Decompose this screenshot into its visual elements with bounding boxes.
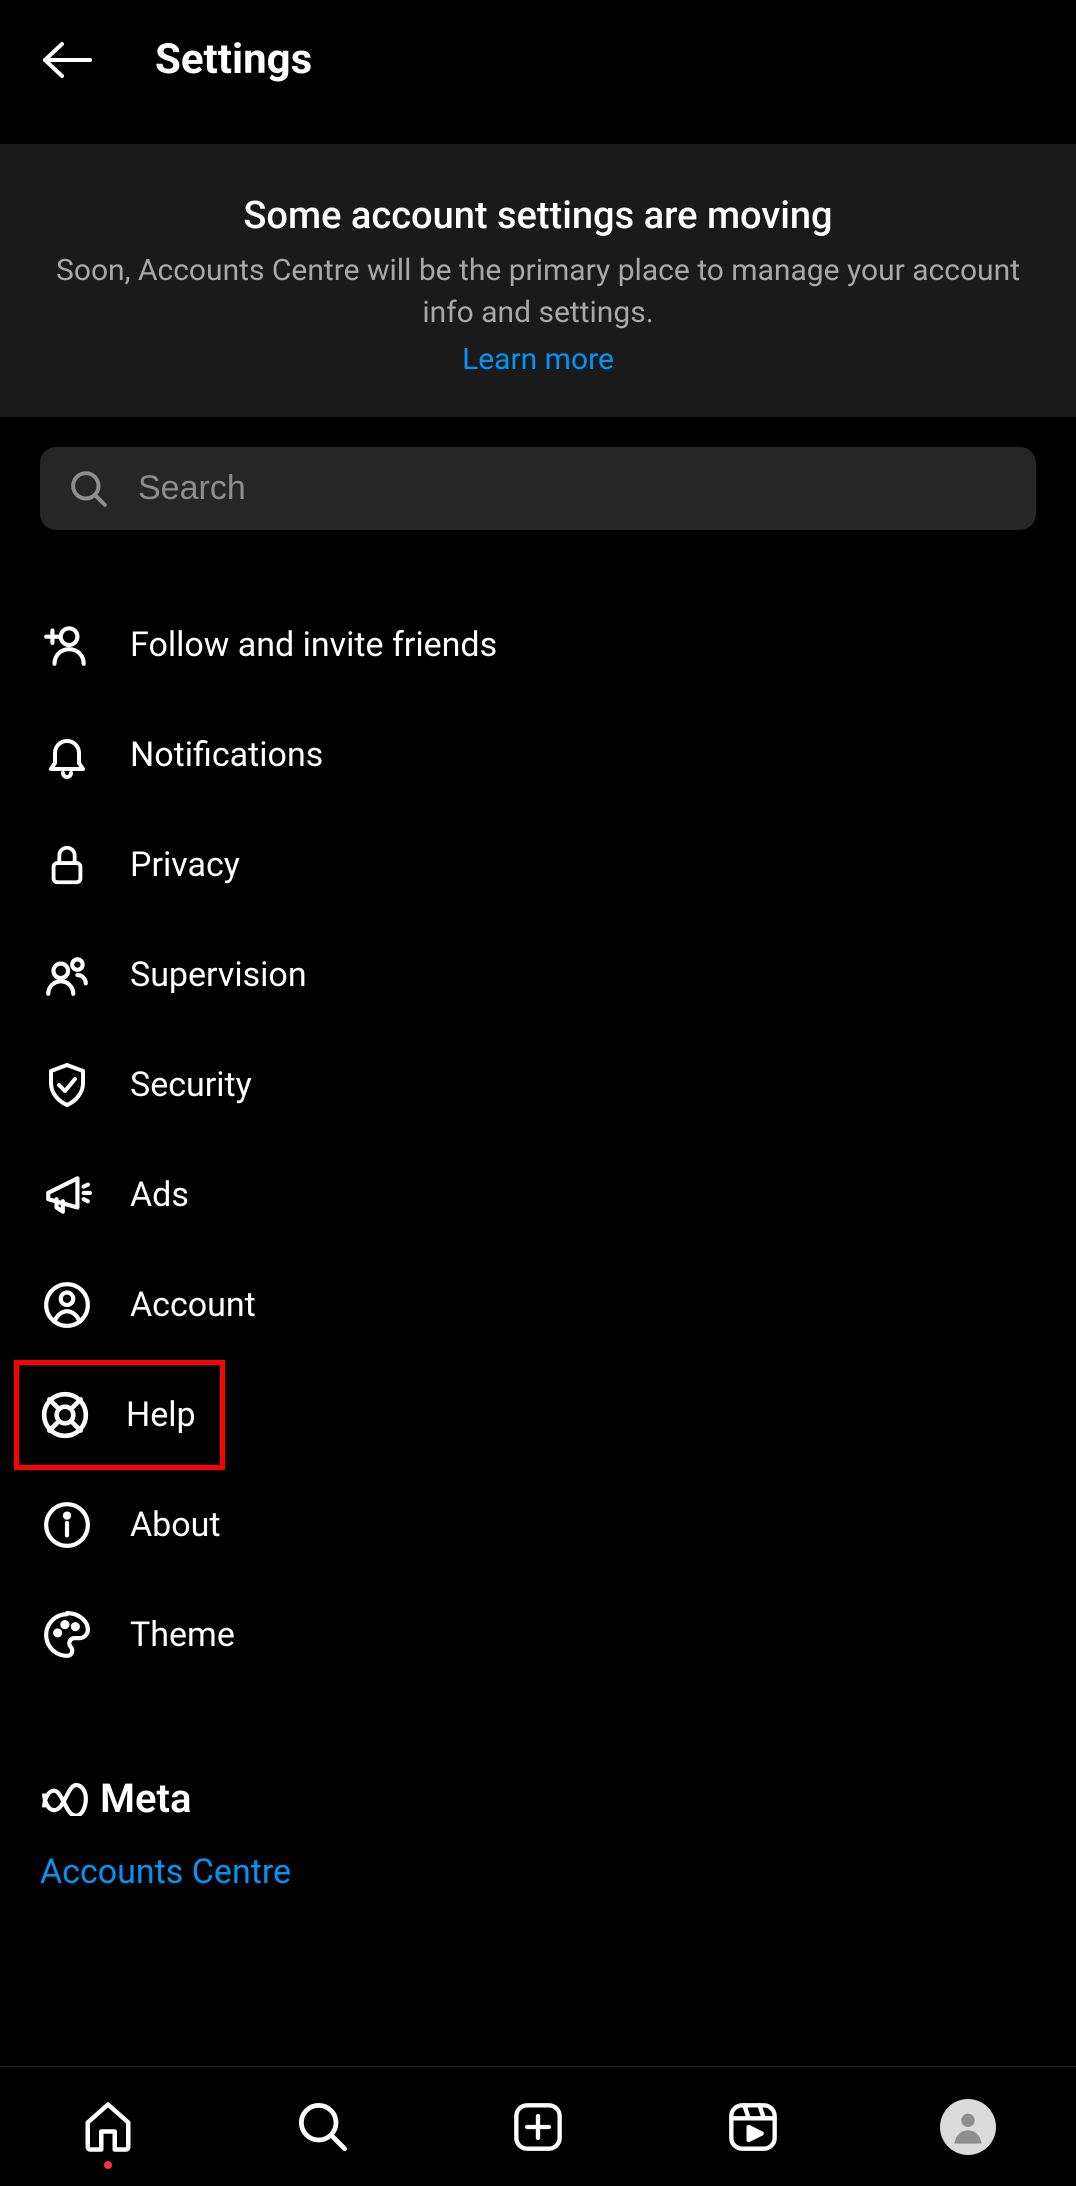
megaphone-icon xyxy=(40,1168,94,1222)
menu-label: Privacy xyxy=(130,845,240,885)
menu-item-follow-invite[interactable]: Follow and invite friends xyxy=(0,590,1076,700)
menu-item-security[interactable]: Security xyxy=(0,1030,1076,1140)
search-icon xyxy=(297,2101,349,2153)
back-button[interactable] xyxy=(40,40,95,80)
nav-home[interactable] xyxy=(78,2097,138,2157)
search-bar[interactable] xyxy=(40,447,1036,530)
menu-item-notifications[interactable]: Notifications xyxy=(0,700,1076,810)
user-circle-icon xyxy=(40,1278,94,1332)
banner-title: Some account settings are moving xyxy=(40,194,1036,238)
menu-label: Follow and invite friends xyxy=(130,625,497,665)
people-icon xyxy=(40,948,94,1002)
menu-label: Help xyxy=(126,1395,196,1435)
meta-logo: Meta xyxy=(40,1775,1036,1822)
lifebuoy-icon xyxy=(40,1388,90,1442)
shield-check-icon xyxy=(40,1058,94,1112)
notification-dot xyxy=(104,2161,112,2169)
menu-label: Security xyxy=(130,1065,252,1105)
banner-learn-more-link[interactable]: Learn more xyxy=(40,342,1036,377)
info-banner: Some account settings are moving Soon, A… xyxy=(0,144,1076,417)
menu-label: Theme xyxy=(130,1615,235,1655)
menu-item-privacy[interactable]: Privacy xyxy=(0,810,1076,920)
bottom-navigation xyxy=(0,2066,1076,2186)
arrow-left-icon xyxy=(40,40,95,80)
nav-reels[interactable] xyxy=(723,2097,783,2157)
nav-profile[interactable] xyxy=(938,2097,998,2157)
meta-brand-text: Meta xyxy=(100,1775,191,1822)
menu-item-supervision[interactable]: Supervision xyxy=(0,920,1076,1030)
meta-infinity-icon xyxy=(40,1782,90,1816)
search-input[interactable] xyxy=(138,469,1006,508)
accounts-centre-link[interactable]: Accounts Centre xyxy=(40,1852,1036,1892)
menu-item-about[interactable]: About xyxy=(0,1470,1076,1580)
menu-item-account[interactable]: Account xyxy=(0,1250,1076,1360)
menu-item-ads[interactable]: Ads xyxy=(0,1140,1076,1250)
menu-label: About xyxy=(130,1505,221,1545)
search-icon xyxy=(70,470,108,508)
home-icon xyxy=(81,2100,135,2154)
palette-icon xyxy=(40,1608,94,1662)
info-icon xyxy=(40,1498,94,1552)
menu-label: Account xyxy=(130,1285,256,1325)
person-add-icon xyxy=(40,618,94,672)
menu-item-theme[interactable]: Theme xyxy=(0,1580,1076,1690)
menu-label: Ads xyxy=(130,1175,189,1215)
plus-square-icon xyxy=(512,2101,564,2153)
menu-item-help[interactable]: Help xyxy=(14,1360,225,1470)
bell-icon xyxy=(40,728,94,782)
reels-icon xyxy=(727,2101,779,2153)
menu-label: Supervision xyxy=(130,955,307,995)
page-title: Settings xyxy=(155,35,312,84)
banner-subtitle: Soon, Accounts Centre will be the primar… xyxy=(40,250,1036,334)
nav-create[interactable] xyxy=(508,2097,568,2157)
menu-label: Notifications xyxy=(130,735,323,775)
avatar-icon xyxy=(940,2099,996,2155)
lock-icon xyxy=(40,838,94,892)
nav-search[interactable] xyxy=(293,2097,353,2157)
